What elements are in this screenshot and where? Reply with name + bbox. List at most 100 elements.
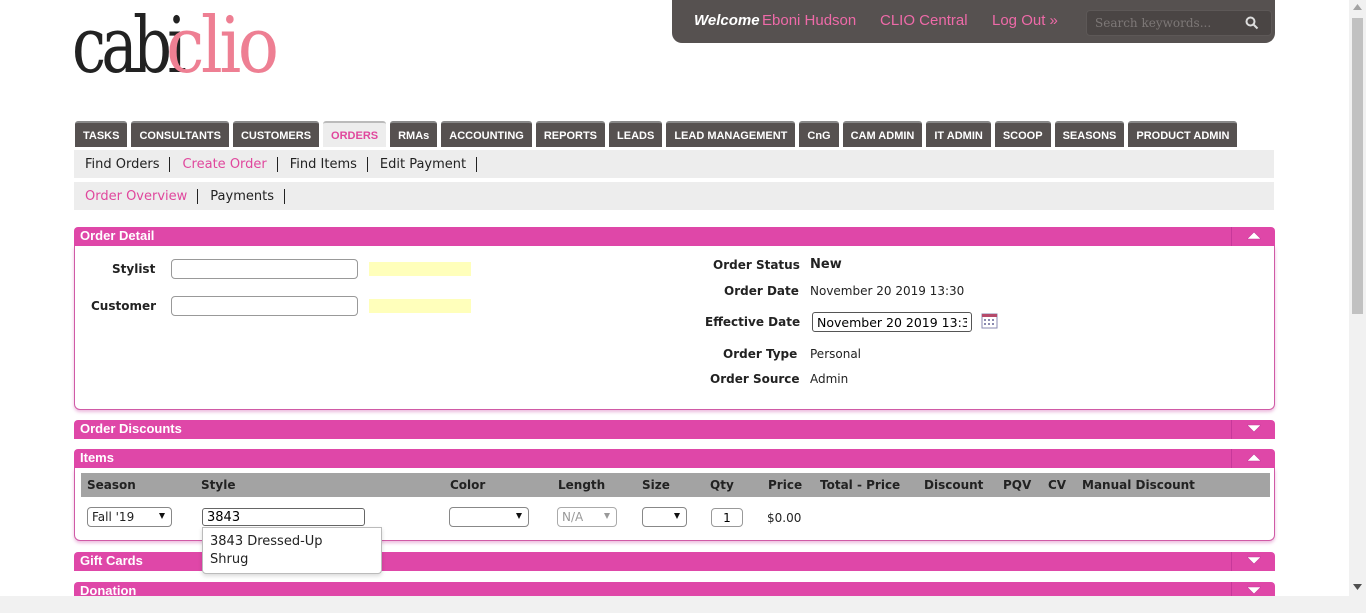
order-discounts-header[interactable]: Order Discounts [74,420,1275,439]
tab-lead-management[interactable]: LEAD MANAGEMENT [666,121,796,147]
user-name-link[interactable]: Eboni Hudson [762,12,856,29]
tab-leads[interactable]: LEADS [609,121,663,147]
clio-central-link[interactable]: CLIO Central [880,12,968,29]
season-value: Fall '19 [92,510,135,524]
items-header[interactable]: Items [74,449,1275,468]
effective-date-label: Effective Date [705,315,801,329]
tab-cam-admin[interactable]: CAM ADMIN [842,121,923,147]
price-value: $0.00 [767,511,802,525]
order-status-label: Order Status [713,258,800,272]
col-qty: Qty [710,478,734,492]
col-length: Length [558,478,606,492]
collapse-toggle[interactable] [1231,449,1275,468]
col-discount: Discount [924,478,984,492]
color-select[interactable] [449,507,529,527]
tab-cng[interactable]: CnG [799,121,839,147]
subnav-edit-payment[interactable]: Edit Payment [380,156,478,172]
col-season: Season [87,478,136,492]
scroll-up-icon[interactable] [1353,4,1362,10]
order-source-label: Order Source [710,372,800,386]
order-detail-panel: Stylist Customer Order Status New Order … [74,246,1275,410]
style-autocomplete-dropdown[interactable]: 3843 Dressed-Up Shrug [202,527,382,574]
items-title: Items [80,450,114,465]
chevron-up-icon [1247,453,1261,462]
expand-toggle[interactable] [1231,420,1275,439]
order-detail-title: Order Detail [80,228,155,243]
col-price: Price [768,478,803,492]
tab-consultants[interactable]: CONSULTANTS [131,121,229,147]
style-input[interactable] [202,508,365,526]
tab-scoop[interactable]: SCOOP [994,121,1051,147]
search-input[interactable] [1095,14,1235,32]
tab-rmas[interactable]: RMAs [390,121,438,147]
chevron-down-icon [159,513,165,519]
chevron-down-icon [1247,556,1261,565]
welcome-label: Welcome [694,12,760,29]
calendar-icon[interactable] [981,313,998,329]
order-type-label: Order Type [723,347,798,361]
search-icon[interactable] [1245,16,1259,30]
vertical-scrollbar[interactable] [1349,0,1366,613]
top-user-bar: Welcome Eboni Hudson CLIO Central Log Ou… [672,0,1275,43]
col-style: Style [201,478,236,492]
subnav-find-orders[interactable]: Find Orders [85,156,171,172]
order-detail-header[interactable]: Order Detail [74,227,1275,246]
cabi-clio-logo[interactable]: cabi clio [72,0,332,96]
effective-date-input[interactable] [812,312,972,332]
order-type-value: Personal [810,347,862,361]
order-status-value: New [810,257,842,272]
tab-accounting[interactable]: ACCOUNTING [441,121,532,147]
qty-input[interactable] [711,508,743,527]
expand-toggle[interactable] [1231,552,1275,571]
stylist-label: Stylist [112,262,156,276]
col-total-price: Total - Price [820,478,901,492]
size-select[interactable] [642,507,687,527]
customer-input[interactable] [171,296,358,316]
tab-seasons[interactable]: SEASONS [1054,121,1125,147]
customer-info-field [369,299,471,313]
subnav-find-items[interactable]: Find Items [290,156,368,172]
subnav-payments[interactable]: Payments [210,188,285,204]
horizontal-scrollbar[interactable] [0,596,1349,613]
tab-it-admin[interactable]: IT ADMIN [926,121,991,147]
stylist-input[interactable] [171,259,358,279]
order-date-label: Order Date [724,284,799,298]
tab-product-admin[interactable]: PRODUCT ADMIN [1128,121,1238,147]
subnav-order-overview[interactable]: Order Overview [85,188,199,204]
season-select[interactable]: Fall '19 [87,507,172,527]
tab-customers[interactable]: CUSTOMERS [232,121,320,147]
page: cabi clio Welcome Eboni Hudson CLIO Cent… [0,0,1366,613]
length-select[interactable]: N/A [557,507,617,527]
order-date-value: November 20 2019 13:30 [810,284,965,298]
customer-label: Customer [91,299,157,313]
scrollbar-thumb[interactable] [1352,18,1363,314]
chevron-down-icon [674,513,680,519]
scroll-down-icon[interactable] [1353,584,1362,590]
chevron-down-icon [1247,586,1261,595]
main-nav: TASKS CONSULTANTS CUSTOMERS ORDERS RMAs … [75,121,1238,147]
items-table-header: Season Style Color Length Size Qty Price… [81,473,1270,497]
search-box [1086,10,1272,36]
chevron-up-icon [1247,231,1261,240]
order-discounts-title: Order Discounts [80,421,182,436]
logout-link[interactable]: Log Out » [992,12,1058,29]
autocomplete-option-line2[interactable]: Shrug [210,551,374,569]
subnav-create-order[interactable]: Create Order [182,156,278,172]
order-source-value: Admin [810,372,849,386]
col-pqv: PQV [1003,478,1032,492]
col-manual-discount: Manual Discount [1082,478,1195,492]
autocomplete-option-line1[interactable]: 3843 Dressed-Up [210,533,374,551]
tab-reports[interactable]: REPORTS [535,121,606,147]
tab-orders[interactable]: ORDERS [323,121,387,147]
stylist-info-field [369,262,471,276]
orders-subnav: Find Orders Create Order Find Items Edit… [74,150,1274,178]
gift-cards-title: Gift Cards [80,553,143,568]
chevron-down-icon [516,513,522,519]
logo-text-clio: clio [166,1,279,91]
chevron-down-icon [1247,424,1261,433]
col-color: Color [450,478,486,492]
tab-tasks[interactable]: TASKS [75,121,128,147]
col-size: Size [642,478,670,492]
create-order-subnav: Order Overview Payments [74,182,1274,210]
collapse-toggle[interactable] [1231,227,1275,246]
